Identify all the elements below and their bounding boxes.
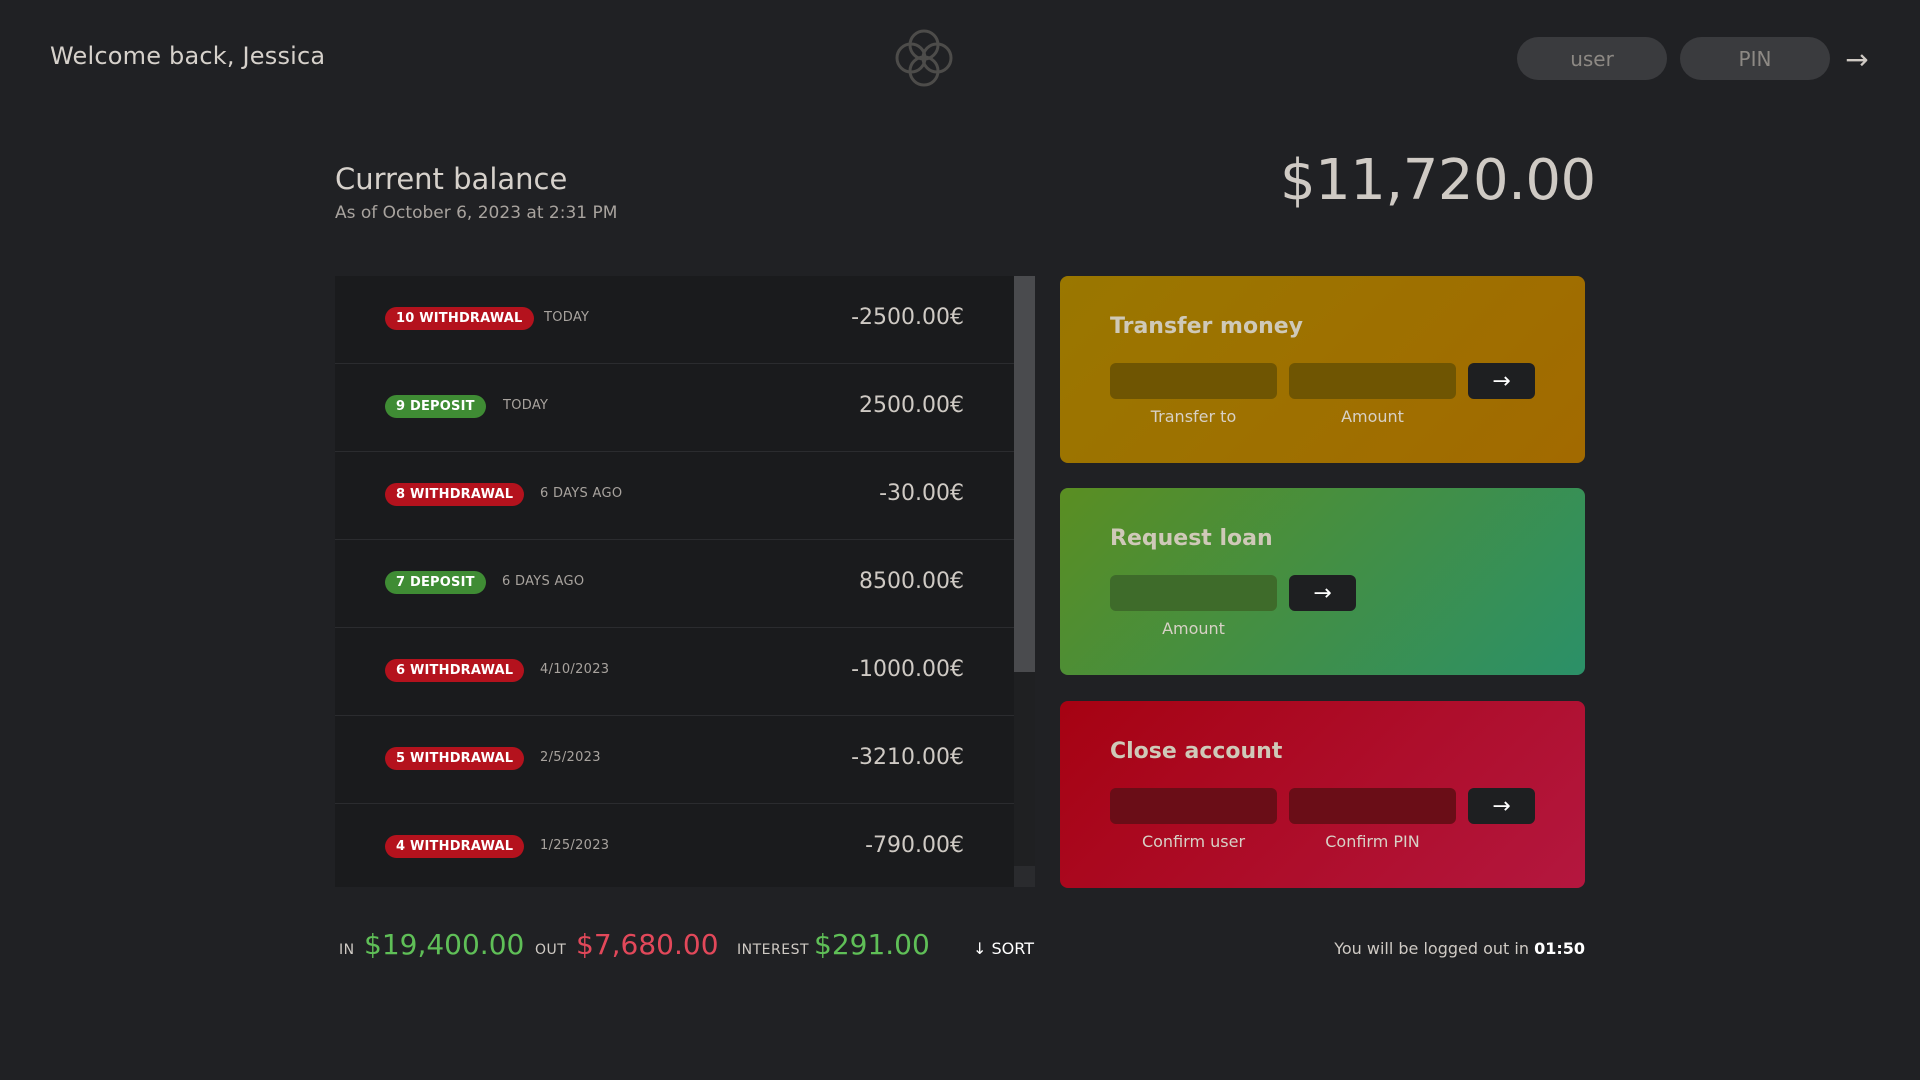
logout-timer-text: You will be logged out in xyxy=(1334,939,1529,958)
summary-out-label: OUT xyxy=(535,942,567,958)
loan-amount-label: Amount xyxy=(1162,619,1225,638)
movement-date: 4/10/2023 xyxy=(540,662,610,677)
movement-type-badge: 7 DEPOSIT xyxy=(385,571,486,594)
close-user-input[interactable] xyxy=(1110,788,1277,824)
close-account-panel: Close account → Confirm user Confirm PIN xyxy=(1060,701,1585,888)
logo-icon xyxy=(895,29,953,87)
movement-type-badge: 10 WITHDRAWAL xyxy=(385,307,534,330)
movement-type-badge: 6 WITHDRAWAL xyxy=(385,659,525,682)
transfer-amount-input[interactable] xyxy=(1289,363,1456,399)
movement-row: 4 WITHDRAWAL 1/25/2023 -790.00€ xyxy=(335,804,1014,887)
balance-value: $11,720.00 xyxy=(1280,148,1596,213)
close-pin-input[interactable] xyxy=(1289,788,1456,824)
movement-row: 10 WITHDRAWAL TODAY -2500.00€ xyxy=(335,276,1014,364)
movement-row: 7 DEPOSIT 6 DAYS AGO 8500.00€ xyxy=(335,540,1014,628)
movement-type-badge: 8 WITHDRAWAL xyxy=(385,483,525,506)
transfer-amount-label: Amount xyxy=(1341,407,1404,426)
movement-value: 2500.00€ xyxy=(859,393,964,418)
movements-list[interactable]: 10 WITHDRAWAL TODAY -2500.00€ 9 DEPOSIT … xyxy=(335,276,1035,887)
movement-value: 8500.00€ xyxy=(859,569,964,594)
top-nav: Welcome back, Jessica user PIN → xyxy=(0,0,1920,116)
login-user-input[interactable]: user xyxy=(1517,37,1667,80)
transfer-to-input[interactable] xyxy=(1110,363,1277,399)
logout-timer-value: 01:50 xyxy=(1534,939,1585,958)
movement-date: 6 DAYS AGO xyxy=(502,574,585,589)
summary-interest-value: $291.00 xyxy=(814,928,930,961)
loan-panel: Request loan → Amount xyxy=(1060,488,1585,675)
loan-amount-input[interactable] xyxy=(1110,575,1277,611)
close-user-label: Confirm user xyxy=(1141,832,1246,851)
close-pin-label: Confirm PIN xyxy=(1325,832,1420,851)
movement-value: -1000.00€ xyxy=(851,657,964,682)
scrollbar-end[interactable] xyxy=(1014,866,1035,887)
loan-submit-button[interactable]: → xyxy=(1289,575,1356,611)
movement-row: 5 WITHDRAWAL 2/5/2023 -3210.00€ xyxy=(335,716,1014,804)
sort-button[interactable]: ↓ SORT xyxy=(973,939,1034,958)
transfer-panel: Transfer money → Transfer to Amount xyxy=(1060,276,1585,463)
welcome-message: Welcome back, Jessica xyxy=(50,42,326,70)
summary-in-label: IN xyxy=(339,942,355,958)
movement-value: -790.00€ xyxy=(865,833,964,858)
close-submit-button[interactable]: → xyxy=(1468,788,1535,824)
balance-title: Current balance xyxy=(335,162,568,196)
transfer-submit-button[interactable]: → xyxy=(1468,363,1535,399)
movement-date: TODAY xyxy=(544,310,590,325)
summary-interest-label: INTEREST xyxy=(737,942,810,958)
summary-out-value: $7,680.00 xyxy=(576,928,719,961)
movement-value: -30.00€ xyxy=(879,481,964,506)
login-pin-input[interactable]: PIN xyxy=(1680,37,1830,80)
close-title: Close account xyxy=(1110,739,1283,764)
movement-value: -2500.00€ xyxy=(851,305,964,330)
movement-date: 1/25/2023 xyxy=(540,838,610,853)
summary-in-value: $19,400.00 xyxy=(364,928,525,961)
movement-row: 6 WITHDRAWAL 4/10/2023 -1000.00€ xyxy=(335,628,1014,716)
movement-date: TODAY xyxy=(503,398,549,413)
summary-bar: IN $19,400.00 OUT $7,680.00 INTEREST $29… xyxy=(335,928,1585,968)
movement-row: 9 DEPOSIT TODAY 2500.00€ xyxy=(335,364,1014,452)
movement-type-badge: 4 WITHDRAWAL xyxy=(385,835,525,858)
transfer-to-label: Transfer to xyxy=(1150,407,1237,426)
movement-row: 8 WITHDRAWAL 6 DAYS AGO -30.00€ xyxy=(335,452,1014,540)
balance-date: As of October 6, 2023 at 2:31 PM xyxy=(335,203,618,223)
login-arrow-button[interactable]: → xyxy=(1840,40,1874,78)
movement-value: -3210.00€ xyxy=(851,745,964,770)
movement-type-badge: 9 DEPOSIT xyxy=(385,395,486,418)
logout-timer: You will be logged out in 01:50 xyxy=(1334,939,1585,958)
loan-title: Request loan xyxy=(1110,526,1273,551)
scrollbar-thumb[interactable] xyxy=(1014,276,1035,672)
movement-date: 2/5/2023 xyxy=(540,750,601,765)
movement-type-badge: 5 WITHDRAWAL xyxy=(385,747,525,770)
movement-date: 6 DAYS AGO xyxy=(540,486,623,501)
transfer-title: Transfer money xyxy=(1110,314,1304,339)
